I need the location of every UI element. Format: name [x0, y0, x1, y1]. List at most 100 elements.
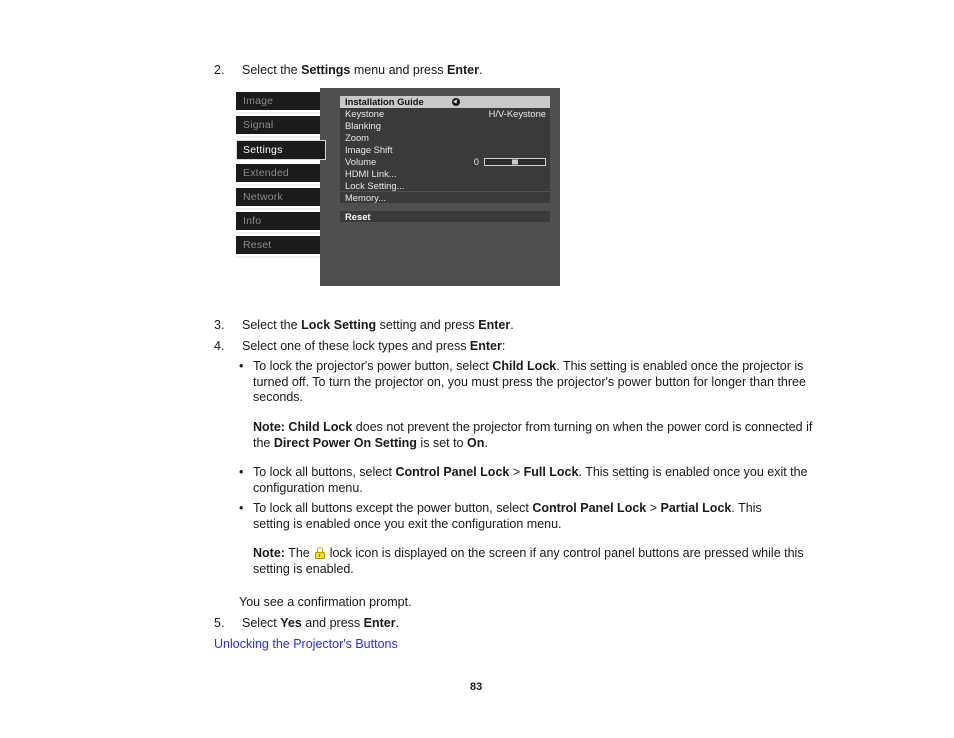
bullet-full-lock-text: To lock all buttons, select Control Pane…: [253, 465, 821, 496]
osd-row-installation-guide[interactable]: Installation Guide: [340, 96, 550, 108]
osd-row-image-shift[interactable]: Image Shift: [340, 143, 550, 156]
osd-tab-reset[interactable]: Reset: [236, 236, 320, 258]
osd-row-memory[interactable]: Memory...: [340, 191, 550, 204]
osd-tab-signal[interactable]: Signal: [236, 116, 320, 138]
bullet-child-lock-p1: To lock the projector's power button, se…: [253, 359, 493, 373]
bullet-partial-lock-p1: To lock all buttons except the power but…: [253, 501, 533, 515]
osd-row-label: Blanking: [345, 120, 381, 132]
osd-tab-column: Image Signal Settings Extended Network I…: [236, 92, 326, 260]
bullet-marker: •: [239, 465, 244, 479]
note-2-p2: lock icon is displayed on the screen if …: [253, 546, 804, 576]
guide-pointer-icon: [451, 97, 461, 107]
step-3-number: 3.: [214, 318, 225, 332]
osd-tab-label: Extended: [243, 166, 289, 179]
step-3: 3. Select the Lock Setting setting and p…: [214, 317, 834, 333]
step-3-bold-lock-setting: Lock Setting: [301, 318, 377, 332]
step-5-bold-enter: Enter: [363, 616, 396, 630]
bullet-full-lock-p2: >: [509, 465, 524, 479]
volume-slider-knob[interactable]: [512, 159, 518, 165]
step-2-pre: Select the: [242, 63, 302, 77]
osd-tab-info[interactable]: Info: [236, 212, 320, 234]
step-2-text: Select the Settings menu and press Enter…: [242, 62, 834, 78]
step-5-pre: Select: [242, 616, 281, 630]
projector-osd-figure: Image Signal Settings Extended Network I…: [236, 88, 560, 286]
osd-tab-label: Image: [243, 94, 274, 107]
note-1-p3: .: [484, 435, 488, 450]
osd-row-label: Volume: [345, 156, 377, 168]
bullet-full-lock: • To lock all buttons, select Control Pa…: [239, 465, 821, 496]
step-4-post: :: [501, 339, 506, 353]
bullet-child-lock-text: To lock the projector's power button, se…: [253, 359, 821, 406]
confirmation-prompt-text: You see a confirmation prompt.: [239, 595, 412, 609]
osd-row-lock-setting[interactable]: Lock Setting...: [340, 179, 550, 192]
step-4: 4. Select one of these lock types and pr…: [214, 338, 834, 354]
page-number: 83: [470, 681, 483, 693]
bullet-partial-lock-bold-partial: Partial Lock: [660, 501, 732, 515]
bullet-child-lock-bold: Child Lock: [492, 359, 557, 373]
osd-menu-rows: Installation Guide Keystone H/V-Keystone…: [340, 96, 550, 223]
step-2: 2. Select the Settings menu and press En…: [214, 62, 834, 78]
step-5-mid: and press: [301, 616, 364, 630]
osd-row-label: Keystone: [345, 108, 385, 120]
volume-control[interactable]: 0: [474, 156, 546, 167]
note-1-p2: is set to: [416, 435, 467, 450]
osd-tab-extended[interactable]: Extended: [236, 164, 320, 186]
step-5-number: 5.: [214, 616, 225, 630]
step-4-pre: Select one of these lock types and press: [242, 339, 470, 353]
note-1-label: Note:: [253, 420, 285, 434]
note-1-bold-child-lock: Child Lock: [284, 420, 353, 434]
osd-row-label: Image Shift: [345, 144, 393, 156]
step-2-bold-settings: Settings: [301, 63, 351, 77]
step-3-post: .: [510, 318, 514, 332]
bullet-partial-lock-text: To lock all buttons except the power but…: [253, 501, 799, 532]
osd-tab-network[interactable]: Network: [236, 188, 320, 210]
osd-tab-divider: [236, 208, 320, 210]
step-2-post: .: [478, 63, 483, 77]
document-page: 2. Select the Settings menu and press En…: [0, 0, 954, 738]
step-3-mid: setting and press: [376, 318, 479, 332]
osd-tab-settings[interactable]: Settings: [236, 140, 326, 160]
osd-tab-label: Signal: [243, 118, 274, 131]
osd-row-label: Lock Setting...: [345, 179, 405, 191]
bullet-partial-lock: • To lock all buttons except the power b…: [239, 501, 799, 532]
note-1-bold-on: On: [466, 435, 485, 450]
osd-tab-label: Network: [243, 190, 283, 203]
step-2-bold-enter: Enter: [446, 63, 479, 77]
bullet-marker: •: [239, 359, 244, 373]
osd-row-blanking[interactable]: Blanking: [340, 119, 550, 132]
bullet-marker: •: [239, 501, 244, 515]
step-4-bold-enter: Enter: [469, 339, 502, 353]
osd-tab-divider: [236, 184, 320, 186]
step-3-pre: Select the: [242, 318, 302, 332]
note-2-label: Note:: [253, 546, 285, 560]
step-5-bold-yes: Yes: [280, 616, 302, 630]
osd-tab-divider: [236, 232, 320, 234]
osd-row-label: Reset: [345, 210, 371, 222]
osd-tab-divider: [236, 136, 320, 138]
bullet-partial-lock-p2: >: [646, 501, 661, 515]
step-4-text: Select one of these lock types and press…: [242, 338, 834, 354]
volume-slider[interactable]: [484, 157, 546, 166]
step-2-mid: menu and press: [350, 63, 447, 77]
note-2-p1: The: [284, 546, 314, 560]
osd-tab-divider: [236, 112, 320, 114]
osd-row-value: H/V-Keystone: [488, 108, 546, 120]
osd-tab-image[interactable]: Image: [236, 92, 320, 114]
step-2-number: 2.: [214, 63, 225, 77]
osd-tab-label: Settings: [243, 143, 283, 156]
note-child-lock: Note: Child Lock does not prevent the pr…: [253, 420, 821, 451]
osd-row-hdmi-link[interactable]: HDMI Link...: [340, 167, 550, 180]
osd-row-reset[interactable]: Reset: [340, 210, 550, 223]
step-5: 5. Select Yes and press Enter.: [214, 615, 834, 631]
bullet-full-lock-bold-full: Full Lock: [523, 465, 579, 479]
step-4-number: 4.: [214, 339, 225, 353]
osd-row-label: Zoom: [345, 132, 369, 144]
note-lock-icon: Note: The lock icon is displayed on the …: [253, 546, 813, 577]
note-1-bold-direct-power: Direct Power On Setting: [273, 435, 417, 450]
osd-row-volume[interactable]: Volume 0: [340, 155, 550, 168]
osd-row-zoom[interactable]: Zoom: [340, 131, 550, 144]
step-5-text: Select Yes and press Enter.: [242, 615, 834, 631]
link-unlocking-projector-buttons[interactable]: Unlocking the Projector's Buttons: [214, 636, 398, 652]
osd-row-keystone[interactable]: Keystone H/V-Keystone: [340, 107, 550, 120]
osd-row-label: Memory...: [345, 191, 386, 203]
